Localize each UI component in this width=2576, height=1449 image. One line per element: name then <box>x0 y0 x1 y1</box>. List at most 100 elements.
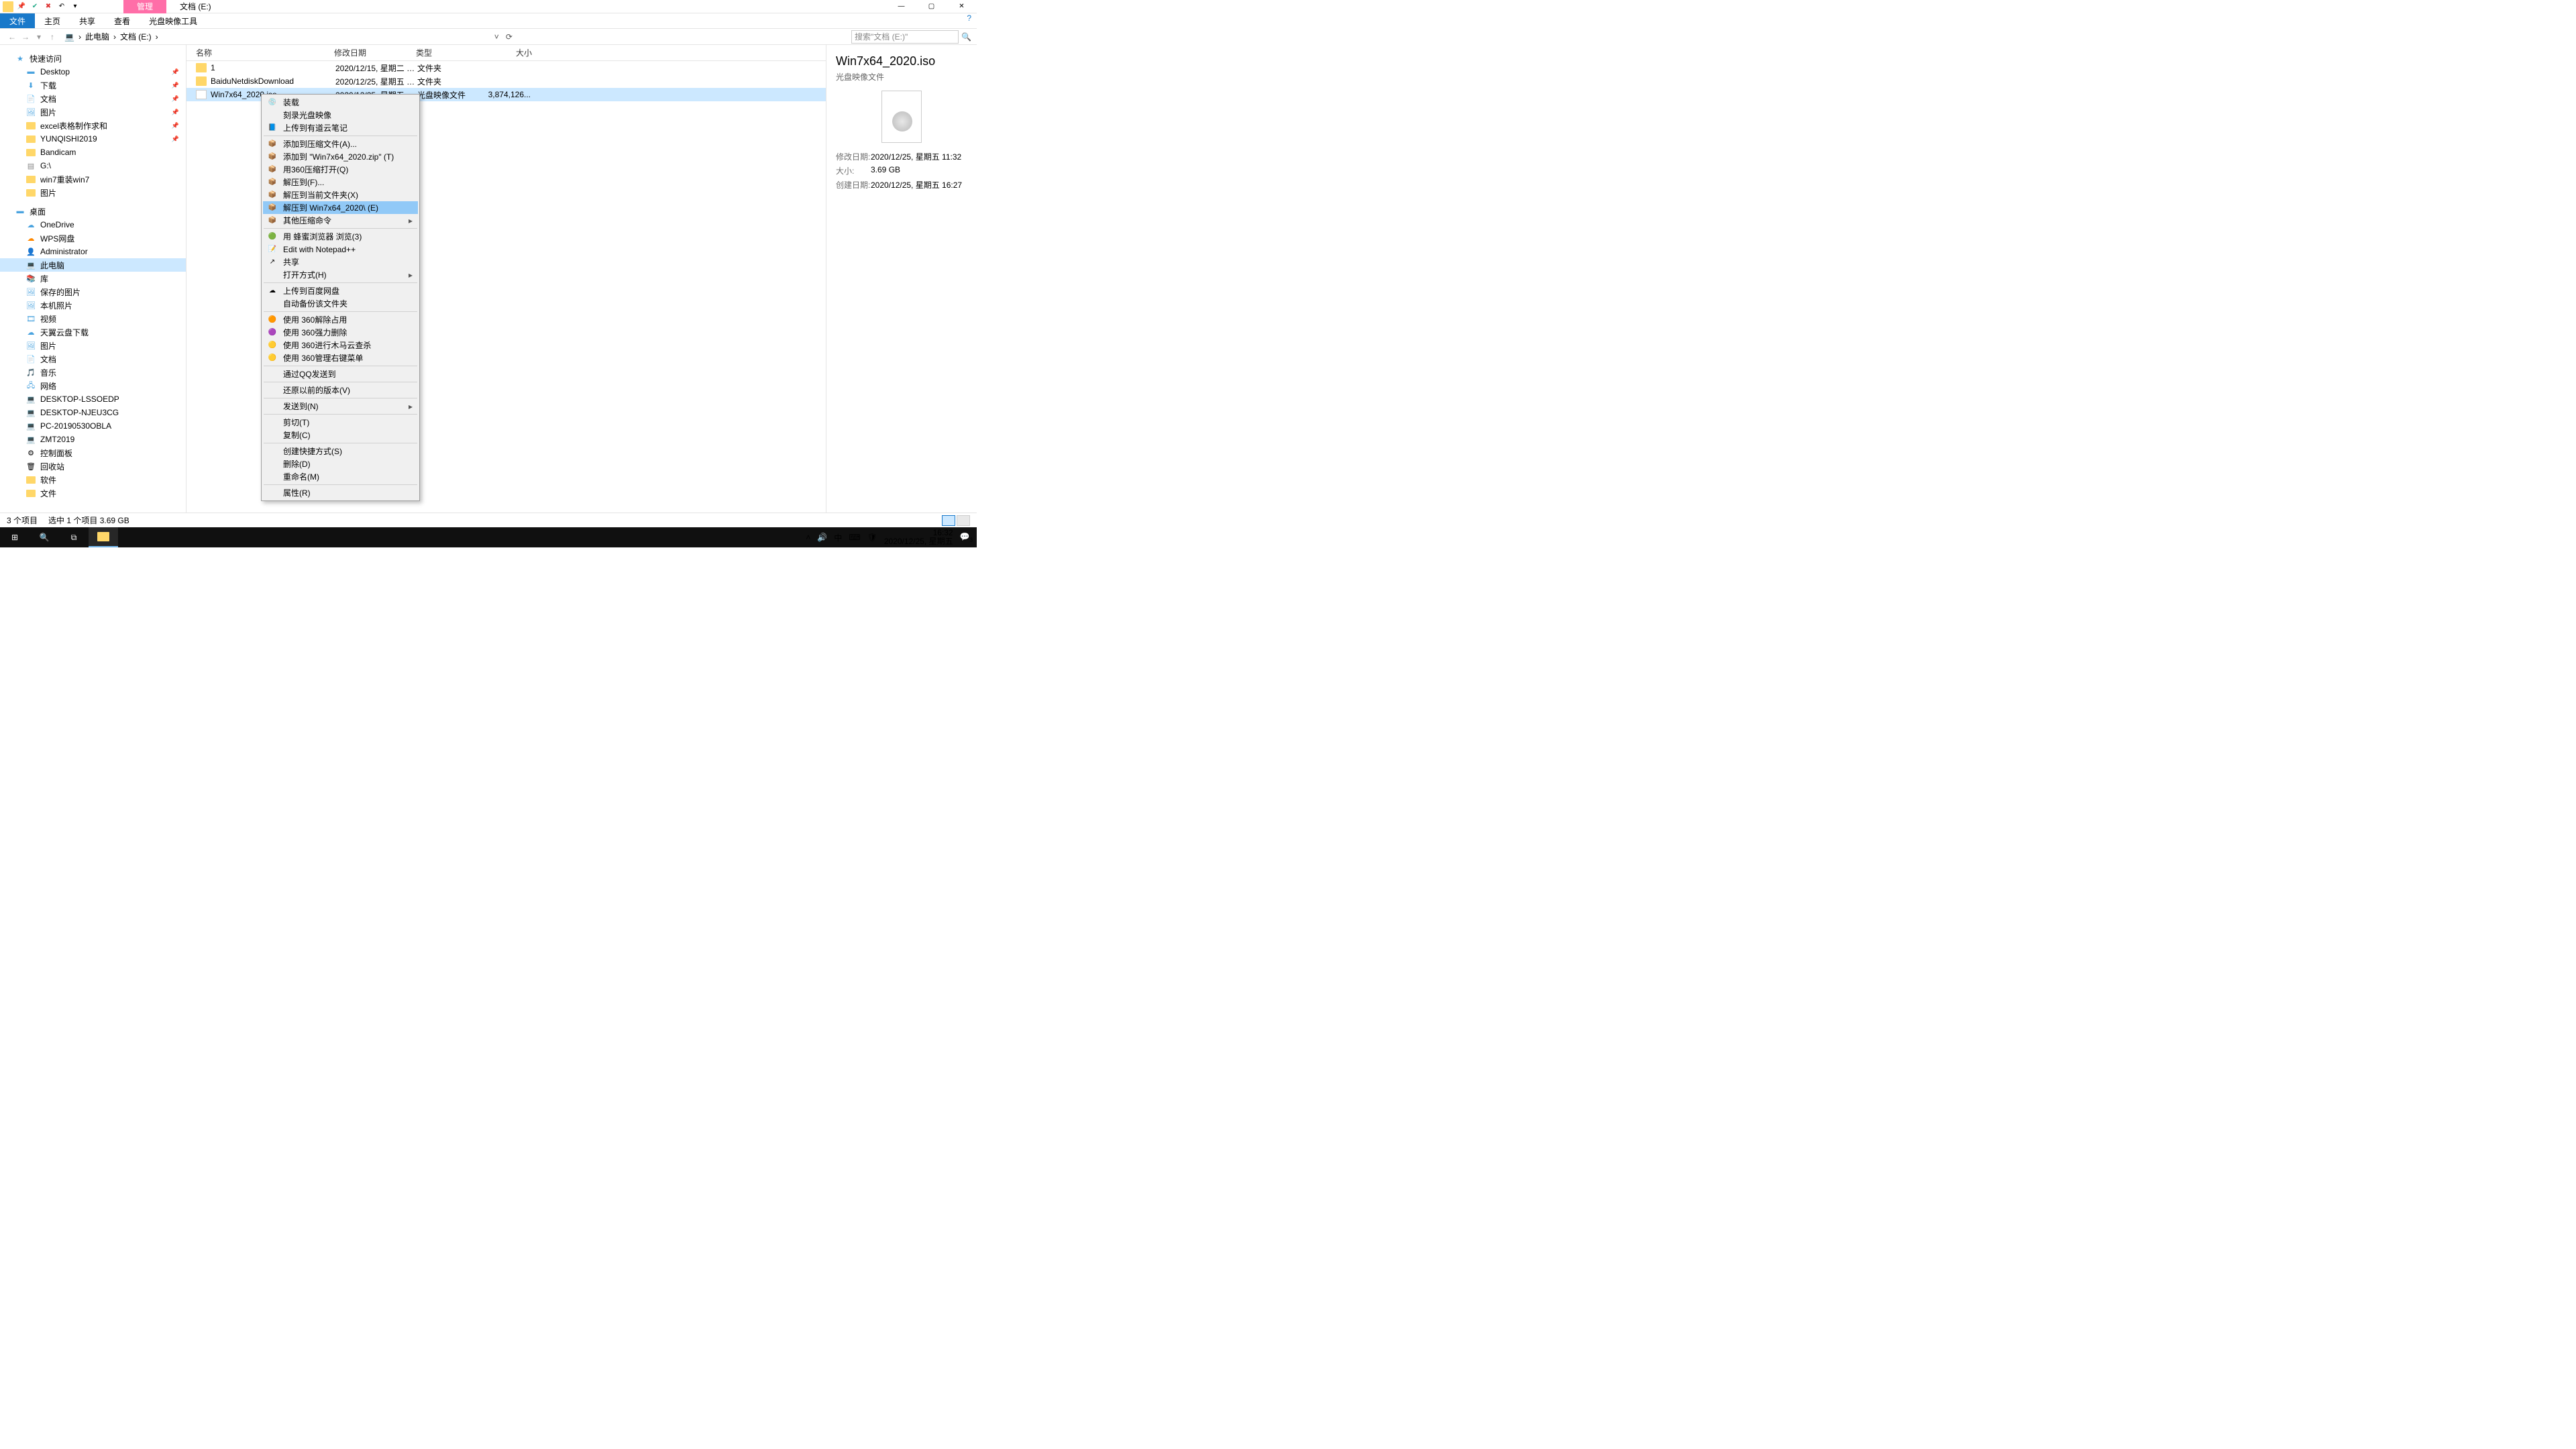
col-modified[interactable]: 修改日期 <box>334 47 416 58</box>
crumb-dropdown-icon[interactable]: ˅ <box>494 32 499 42</box>
nav-lib-item[interactable]: 📄文档 <box>0 352 186 366</box>
nav-wps[interactable]: ☁WPS网盘 <box>0 231 186 245</box>
menu-item[interactable]: 重命名(M) <box>263 470 418 483</box>
search-icon[interactable]: 🔍 <box>961 32 971 42</box>
help-icon[interactable]: ? <box>961 13 977 28</box>
tab-share[interactable]: 共享 <box>70 13 105 28</box>
file-row[interactable]: BaiduNetdiskDownload2020/12/25, 星期五 1...… <box>186 74 826 88</box>
menu-item[interactable]: 属性(R) <box>263 486 418 499</box>
nav-net-pc[interactable]: 💻ZMT2019 <box>0 433 186 446</box>
tray-ime[interactable]: 中 <box>834 532 842 543</box>
view-details-button[interactable] <box>942 515 955 526</box>
qat-delete-icon[interactable]: ✖ <box>43 1 54 12</box>
nav-desktop-root[interactable]: ▬桌面 <box>0 205 186 218</box>
context-menu[interactable]: 💿装载刻录光盘映像📘上传到有道云笔记 📦添加到压缩文件(A)...📦添加到 "Wi… <box>261 94 420 501</box>
tab-manage[interactable]: 管理 <box>123 0 166 13</box>
qat-undo-icon[interactable]: ↶ <box>56 1 67 12</box>
nav-back-icon[interactable]: ← <box>5 32 19 42</box>
col-name[interactable]: 名称 <box>196 47 334 58</box>
nav-quick-access[interactable]: ★快速访问 <box>0 52 186 65</box>
col-type[interactable]: 类型 <box>416 47 485 58</box>
menu-item[interactable]: 🟠使用 360解除占用 <box>263 313 418 326</box>
menu-item[interactable]: 通过QQ发送到 <box>263 368 418 380</box>
menu-item[interactable]: 🟡使用 360进行木马云查杀 <box>263 339 418 352</box>
menu-item[interactable]: ☁上传到百度网盘 <box>263 284 418 297</box>
nav-net-pc[interactable]: 💻DESKTOP-NJEU3CG <box>0 406 186 419</box>
menu-item[interactable]: ↗共享 <box>263 256 418 268</box>
menu-item[interactable]: 发送到(N)▸ <box>263 400 418 413</box>
file-row[interactable]: 12020/12/15, 星期二 1...文件夹 <box>186 61 826 74</box>
menu-item[interactable]: 打开方式(H)▸ <box>263 268 418 281</box>
nav-lib-item[interactable]: 🎞视频 <box>0 312 186 325</box>
menu-item[interactable]: 📦解压到 Win7x64_2020\ (E) <box>263 201 418 214</box>
menu-item[interactable]: 删除(D) <box>263 458 418 470</box>
taskview-button[interactable]: ⧉ <box>59 527 89 547</box>
nav-onedrive[interactable]: ☁OneDrive <box>0 218 186 231</box>
tray-security-icon[interactable]: 🛡 <box>867 533 877 542</box>
nav-lib-item[interactable]: 🖼保存的图片 <box>0 285 186 299</box>
menu-item[interactable]: 创建快捷方式(S) <box>263 445 418 458</box>
explorer-taskbar-icon[interactable] <box>89 527 118 547</box>
system-tray[interactable]: ˄ 🔊 中 ⌨ 🛡 16:32 2020/12/25, 星期五 💬3 <box>806 529 977 546</box>
column-headers[interactable]: 名称 修改日期 类型 大小 <box>186 45 826 61</box>
tray-keyboard-icon[interactable]: ⌨ <box>849 533 860 542</box>
search-input[interactable]: 搜索"文档 (E:)" <box>851 30 959 44</box>
nav-network[interactable]: 🖧网络 <box>0 379 186 392</box>
nav-folder[interactable]: 文件 <box>0 486 186 500</box>
menu-item[interactable]: 📦用360压缩打开(Q) <box>263 163 418 176</box>
menu-item[interactable]: 📦添加到 "Win7x64_2020.zip" (T) <box>263 150 418 163</box>
tray-volume-icon[interactable]: 🔊 <box>817 533 827 542</box>
crumb-loc[interactable]: 文档 (E:) <box>119 31 153 42</box>
menu-item[interactable]: 还原以前的版本(V) <box>263 384 418 396</box>
nav-history-icon[interactable]: ▾ <box>32 32 46 42</box>
menu-item[interactable]: 📦添加到压缩文件(A)... <box>263 138 418 150</box>
tab-home[interactable]: 主页 <box>35 13 70 28</box>
start-button[interactable]: ⊞ <box>0 527 30 547</box>
menu-item[interactable]: 📦其他压缩命令▸ <box>263 214 418 227</box>
nav-folder[interactable]: Bandicam <box>0 146 186 159</box>
nav-documents[interactable]: 📄文档📌 <box>0 92 186 105</box>
nav-lib-item[interactable]: 🖼本机照片 <box>0 299 186 312</box>
tray-clock[interactable]: 16:32 2020/12/25, 星期五 <box>884 529 953 546</box>
menu-item[interactable]: 🟣使用 360强力删除 <box>263 326 418 339</box>
menu-item[interactable]: 🟡使用 360管理右键菜单 <box>263 352 418 364</box>
tab-view[interactable]: 查看 <box>105 13 140 28</box>
menu-item[interactable]: 📘上传到有道云笔记 <box>263 121 418 134</box>
crumb-pc[interactable]: 此电脑 <box>84 31 111 42</box>
minimize-button[interactable]: — <box>886 0 916 13</box>
nav-pictures[interactable]: 🖼图片📌 <box>0 105 186 119</box>
nav-this-pc[interactable]: 💻此电脑 <box>0 258 186 272</box>
nav-folder[interactable]: win7重装win7 <box>0 172 186 186</box>
qat-pin-icon[interactable]: 📌 <box>16 1 27 12</box>
menu-item[interactable]: 复制(C) <box>263 429 418 441</box>
nav-lib-item[interactable]: ☁天翼云盘下载 <box>0 325 186 339</box>
taskbar[interactable]: ⊞ 🔍 ⧉ ˄ 🔊 中 ⌨ 🛡 16:32 2020/12/25, 星期五 💬3 <box>0 527 977 547</box>
menu-item[interactable]: 🟢用 蜂蜜浏览器 浏览(3) <box>263 230 418 243</box>
tray-chevron-icon[interactable]: ˄ <box>806 533 810 542</box>
nav-drive[interactable]: ▤G:\ <box>0 159 186 172</box>
search-button[interactable]: 🔍 <box>30 527 59 547</box>
nav-up-icon[interactable]: ↑ <box>46 32 59 42</box>
view-large-button[interactable] <box>957 515 970 526</box>
nav-forward-icon[interactable]: → <box>19 32 32 42</box>
nav-libraries[interactable]: 📚库 <box>0 272 186 285</box>
menu-item[interactable]: 刻录光盘映像 <box>263 109 418 121</box>
col-size[interactable]: 大小 <box>485 47 532 58</box>
menu-item[interactable]: 💿装载 <box>263 96 418 109</box>
menu-item[interactable]: 剪切(T) <box>263 416 418 429</box>
tab-file[interactable]: 文件 <box>0 13 35 28</box>
qat-check-icon[interactable]: ✔ <box>30 1 40 12</box>
nav-user[interactable]: 👤Administrator <box>0 245 186 258</box>
nav-tree[interactable]: ★快速访问 ▬Desktop📌 ⬇下载📌 📄文档📌 🖼图片📌 excel表格制作… <box>0 45 186 515</box>
nav-folder[interactable]: excel表格制作求和📌 <box>0 119 186 132</box>
nav-control-panel[interactable]: ⚙控制面板 <box>0 446 186 460</box>
menu-item[interactable]: 📦解压到当前文件夹(X) <box>263 189 418 201</box>
qat-dropdown-icon[interactable]: ▾ <box>70 1 80 12</box>
nav-lib-item[interactable]: 🎵音乐 <box>0 366 186 379</box>
breadcrumb[interactable]: 💻 › 此电脑 › 文档 (E:) › <box>63 31 160 42</box>
tray-notifications-icon[interactable]: 💬3 <box>960 532 973 543</box>
nav-downloads[interactable]: ⬇下载📌 <box>0 78 186 92</box>
maximize-button[interactable]: ▢ <box>916 0 947 13</box>
nav-folder[interactable]: 软件 <box>0 473 186 486</box>
close-button[interactable]: ✕ <box>947 0 977 13</box>
